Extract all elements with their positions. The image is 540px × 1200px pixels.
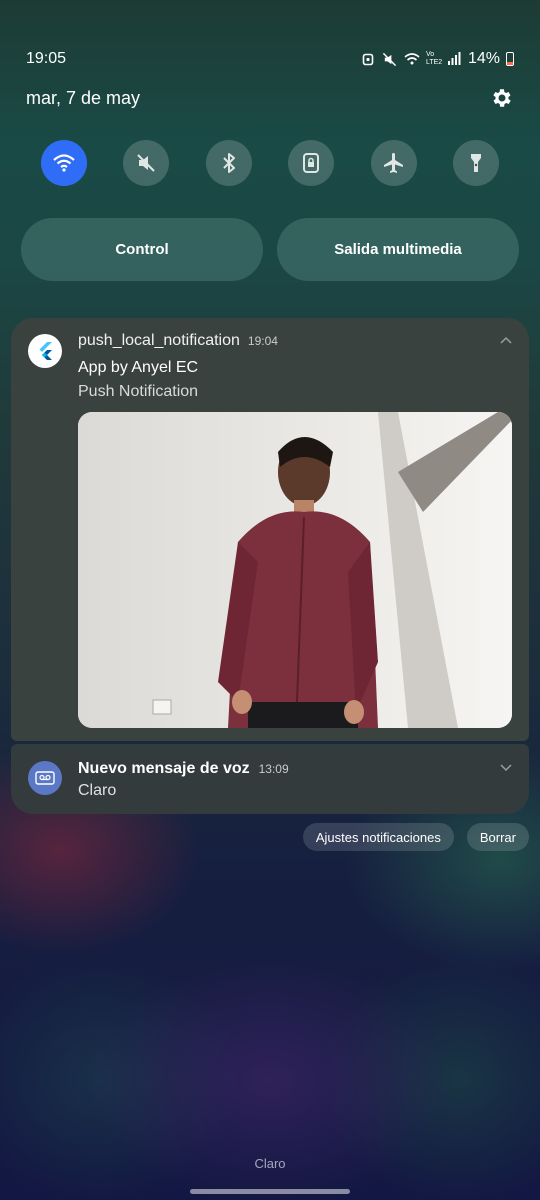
date-row: mar, 7 de may (26, 86, 514, 110)
control-button[interactable]: Control (21, 218, 263, 281)
quick-settings (41, 140, 499, 186)
wifi-icon (53, 154, 75, 172)
notification-app-name: push_local_notification (78, 332, 240, 349)
media-output-button[interactable]: Salida multimedia (277, 218, 519, 281)
signal-icon (446, 51, 462, 67)
voicemail-time: 13:09 (258, 762, 289, 776)
battery-percent: 14% (467, 50, 500, 67)
gear-icon[interactable] (490, 86, 514, 110)
qs-bluetooth-toggle[interactable] (205, 140, 252, 186)
voicemail-notification-card[interactable]: Nuevo mensaje de voz 13:09 Claro (11, 744, 529, 814)
alarm-icon (360, 51, 376, 67)
chevron-up-icon[interactable] (499, 334, 513, 348)
notification-settings-button[interactable]: Ajustes notificaciones (302, 823, 454, 851)
mute-icon (137, 154, 156, 172)
qs-airplane-toggle[interactable] (370, 140, 417, 186)
pill-row: Control Salida multimedia (21, 218, 519, 281)
notification-header: push_local_notification 19:04 (78, 332, 278, 350)
notification-time: 19:04 (247, 334, 278, 348)
battery-icon (506, 52, 514, 66)
bluetooth-icon (223, 153, 235, 173)
notification-body: Push Notification (78, 383, 199, 400)
qs-flashlight-toggle[interactable] (452, 140, 499, 186)
flutter-icon (28, 334, 62, 368)
qs-rotation-lock-toggle[interactable] (288, 140, 335, 186)
carrier-label: Claro (254, 1156, 286, 1171)
lock-icon (303, 153, 320, 173)
notification-title: App by Anyel EC (78, 359, 199, 376)
status-bar: 19:05 Vo LTE2 14% (26, 48, 514, 70)
voicemail-icon (28, 761, 62, 795)
airplane-icon (383, 153, 403, 173)
home-indicator[interactable] (190, 1189, 350, 1194)
clock: 19:05 (26, 50, 67, 67)
voicemail-header: Nuevo mensaje de voz 13:09 (78, 760, 289, 778)
chevron-down-icon[interactable] (499, 760, 513, 774)
volte-label: Vo LTE2 (425, 51, 443, 66)
status-icons: Vo LTE2 14% (360, 50, 514, 68)
qs-wifi-toggle[interactable] (41, 140, 87, 186)
push-notification-card[interactable]: push_local_notification 19:04 App by Any… (11, 318, 529, 741)
notification-image (78, 412, 512, 728)
qs-sound-toggle[interactable] (123, 140, 170, 186)
notification-actions: Ajustes notificaciones Borrar (302, 823, 529, 851)
mute-icon (382, 51, 398, 67)
wifi-icon (404, 51, 420, 67)
clear-button[interactable]: Borrar (466, 823, 529, 851)
flashlight-icon (470, 154, 481, 172)
voicemail-title: Nuevo mensaje de voz (78, 760, 250, 777)
date: mar, 7 de may (26, 87, 141, 108)
voicemail-body: Claro (78, 782, 117, 799)
